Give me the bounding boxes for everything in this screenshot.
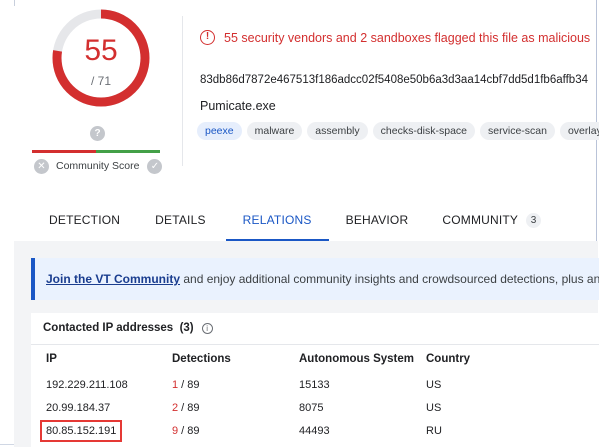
tag[interactable]: checks-disk-space (372, 122, 476, 140)
community-banner: Join the VT Community and enjoy addition… (31, 258, 599, 300)
file-summary: ! 55 security vendors and 2 sandboxes fl… (182, 16, 599, 166)
country: US (426, 378, 442, 391)
banner-message: and enjoy additional community insights … (180, 272, 599, 286)
info-icon[interactable]: i (201, 322, 213, 334)
thumbs-down-icon[interactable]: ✕ (34, 158, 49, 174)
question-icon[interactable]: ? (90, 126, 105, 141)
ip-address-highlighted[interactable]: 80.85.152.191 (39, 419, 123, 442)
autonomous-system: 44493 (299, 424, 330, 437)
tab-label: BEHAVIOR (345, 213, 409, 227)
section-title: Contacted IP addresses (43, 322, 174, 334)
country: US (426, 401, 442, 414)
table-header: IP Detections Autonomous System Country (31, 345, 599, 373)
thumbs-up-icon[interactable]: ✓ (147, 158, 163, 174)
column-header-ip: IP (46, 353, 57, 365)
contacted-ips-card: Contacted IP addresses (3) i IP Detectio… (31, 313, 599, 447)
join-community-link[interactable]: Join the VT Community (46, 272, 180, 286)
tab-behavior[interactable]: BEHAVIOR (346, 203, 409, 241)
detection-total: / 71 (90, 74, 111, 88)
detections-total: / 89 (178, 401, 200, 414)
detection-gauge: 55 / 71 (51, 8, 151, 108)
tab-relations[interactable]: RELATIONS (225, 203, 329, 241)
alert-circle-icon: ! (200, 30, 215, 45)
malicious-alert: ! 55 security vendors and 2 sandboxes fl… (200, 30, 590, 45)
tab-label: DETAILS (155, 213, 206, 227)
country: RU (426, 424, 442, 437)
autonomous-system: 8075 (299, 401, 324, 414)
file-tags: peexe malware assembly checks-disk-space… (197, 122, 599, 140)
ip-address-cell: 80.85.152.191 (31, 419, 172, 442)
tag[interactable]: peexe (197, 122, 242, 140)
contacted-ips-table: IP Detections Autonomous System Country … (31, 345, 599, 442)
tab-label: DETECTION (49, 213, 121, 227)
contacted-ips-title: Contacted IP addresses (3) i (43, 322, 213, 334)
column-header-country: Country (426, 353, 471, 365)
divider (182, 16, 183, 166)
community-count-badge: 3 (526, 213, 542, 228)
detections-total: / 89 (178, 424, 200, 437)
reputation-negative (32, 150, 96, 153)
detections-total: / 89 (178, 378, 200, 391)
tag[interactable]: overlay (559, 122, 599, 140)
report-tabs: DETECTION DETAILS RELATIONS BEHAVIOR COM… (14, 203, 599, 241)
banner-text: Join the VT Community and enjoy addition… (46, 272, 599, 286)
tab-label: RELATIONS (242, 213, 312, 227)
detections-cell: 1 / 89 (172, 379, 299, 391)
column-header-as: Autonomous System (299, 353, 415, 365)
autonomous-system: 15133 (299, 378, 330, 391)
table-row[interactable]: 80.85.152.191 9 / 89 44493 RU (31, 419, 599, 442)
tab-detection[interactable]: DETECTION (49, 203, 120, 241)
tab-label: COMMUNITY (442, 213, 519, 227)
detections-cell: 9 / 89 (172, 425, 299, 437)
detections-cell: 2 / 89 (172, 402, 299, 414)
virustotal-file-report: 55 / 71 ? ✕ Community Score ✓ ! 55 secur… (0, 0, 599, 447)
section-count: (3) (179, 322, 194, 334)
ip-address[interactable]: 20.99.184.37 (31, 402, 172, 414)
tab-details[interactable]: DETAILS (155, 203, 206, 241)
community-score-label: Community Score (56, 160, 140, 172)
tag[interactable]: malware (246, 122, 303, 140)
table-row[interactable]: 192.229.211.108 1 / 89 15133 US (31, 373, 599, 396)
detection-count: 55 (84, 34, 118, 67)
reputation-positive (96, 150, 160, 153)
tag[interactable]: service-scan (480, 122, 555, 140)
ip-address[interactable]: 192.229.211.108 (31, 379, 172, 391)
score-card: 55 / 71 ? ✕ Community Score ✓ (14, 0, 172, 182)
tab-community[interactable]: COMMUNITY 3 (442, 203, 542, 241)
table-row[interactable]: 20.99.184.37 2 / 89 8075 US (31, 396, 599, 419)
file-hash[interactable]: 83db86d7872e467513f186adcc02f5408e50b6a3… (200, 74, 588, 86)
alert-text: 55 security vendors and 2 sandboxes flag… (224, 30, 591, 45)
file-name: Pumicate.exe (200, 99, 276, 113)
column-header-detections: Detections (172, 353, 231, 365)
community-score-row: ✕ Community Score ✓ (34, 157, 169, 175)
community-reputation-bar (32, 150, 160, 153)
tag[interactable]: assembly (307, 122, 368, 140)
